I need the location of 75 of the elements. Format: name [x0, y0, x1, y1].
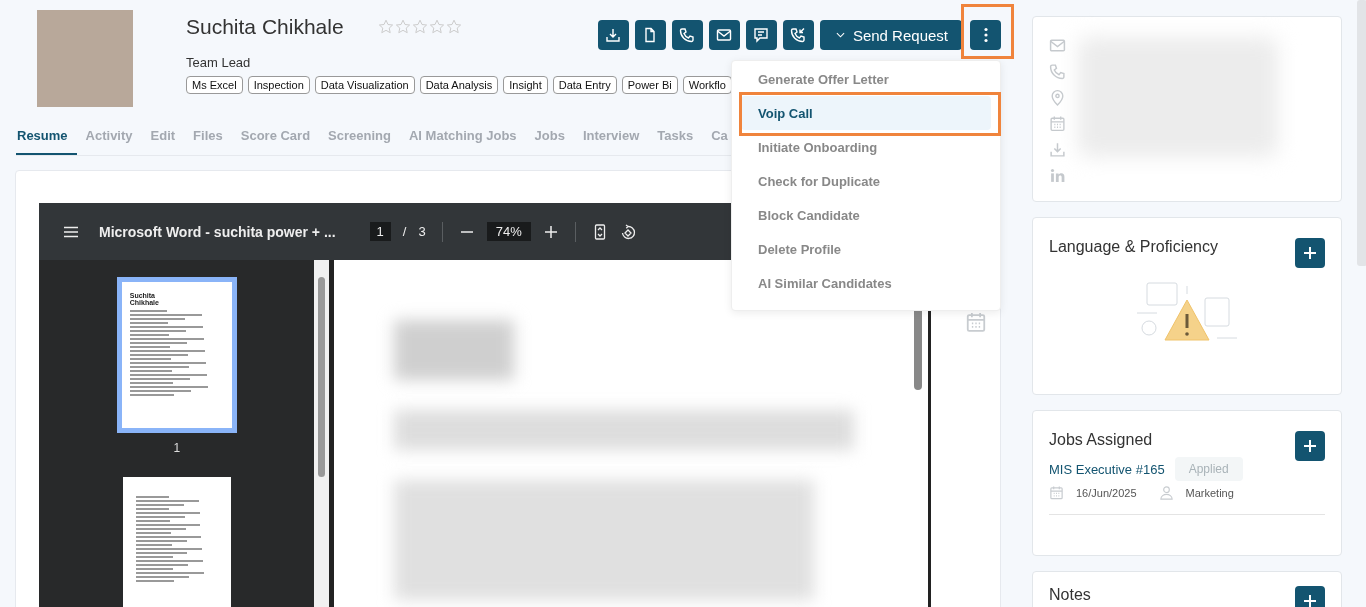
- tab[interactable]: Interview: [573, 118, 649, 155]
- tab[interactable]: Resume: [16, 118, 77, 155]
- location-pin-icon: [1049, 89, 1066, 106]
- skill-tag: Inspection: [247, 76, 310, 94]
- message-icon: [753, 27, 770, 43]
- calendar-icon: [1049, 115, 1066, 132]
- document-button[interactable]: [634, 20, 666, 50]
- menu-item[interactable]: Generate Offer Letter: [741, 62, 991, 96]
- tab[interactable]: Screening: [319, 118, 400, 155]
- skill-tag: Ms Excel: [186, 76, 243, 94]
- page-thumbnail[interactable]: [122, 477, 231, 607]
- send-request-button[interactable]: Send Request: [819, 20, 962, 50]
- message-button[interactable]: [745, 20, 777, 50]
- skill-tag: Data Visualization: [314, 76, 415, 94]
- skill-tag: Data Entry: [552, 76, 617, 94]
- zoom-in-icon[interactable]: [542, 223, 559, 240]
- candidate-name: Suchita Chikhale: [186, 15, 344, 39]
- tab[interactable]: Activity: [76, 118, 142, 155]
- tab[interactable]: Ca: [702, 118, 732, 155]
- skill-tag: Workflo: [682, 76, 732, 94]
- card-title: Language & Proficiency: [1049, 238, 1218, 256]
- tab[interactable]: Files: [184, 118, 232, 155]
- linkedin-icon: [1049, 167, 1066, 184]
- page-label: 1: [173, 441, 181, 456]
- phone-button[interactable]: [671, 20, 703, 50]
- voip-button[interactable]: [782, 20, 814, 50]
- add-button[interactable]: [1295, 586, 1325, 607]
- menu-item[interactable]: Voip Call: [741, 96, 991, 130]
- page-number-field[interactable]: 1: [369, 222, 391, 241]
- more-options-button[interactable]: [970, 20, 1001, 50]
- menu-item[interactable]: Delete Profile: [741, 232, 991, 266]
- add-button[interactable]: [1295, 431, 1325, 461]
- job-date: 16/Jun/2025: [1076, 486, 1137, 499]
- chevron-down-icon: [835, 32, 845, 38]
- page-count: 3: [418, 224, 426, 239]
- star-rating[interactable]: [377, 19, 462, 35]
- job-department: Marketing: [1185, 486, 1234, 499]
- tab[interactable]: Score Card: [231, 118, 320, 155]
- job-link[interactable]: MIS Executive #165: [1049, 461, 1165, 477]
- phone-call-icon: [790, 27, 807, 43]
- download-button[interactable]: [597, 20, 629, 50]
- menu-item[interactable]: AI Similar Candidates: [741, 266, 991, 300]
- plus-icon: [1304, 440, 1316, 452]
- menu-item[interactable]: Check for Duplicate: [741, 164, 991, 198]
- tab[interactable]: Edit: [141, 118, 185, 155]
- plus-icon: [1304, 247, 1316, 259]
- calendar-icon: [1049, 485, 1064, 500]
- skill-tag: Data Analysis: [419, 76, 499, 94]
- add-button[interactable]: [1295, 238, 1325, 268]
- calendar-icon: [965, 311, 987, 333]
- card-title: Notes: [1049, 586, 1091, 604]
- mail-button[interactable]: [708, 20, 740, 50]
- person-icon: [1158, 485, 1174, 500]
- mail-icon: [1049, 37, 1066, 54]
- status-badge: Applied: [1174, 457, 1243, 481]
- download-icon: [605, 27, 622, 43]
- tab[interactable]: Tasks: [648, 118, 703, 155]
- menu-item[interactable]: Initiate Onboarding: [741, 130, 991, 164]
- download-icon: [1049, 141, 1066, 158]
- rotate-icon[interactable]: [619, 223, 636, 240]
- skill-tag: Insight: [503, 76, 548, 94]
- page-separator: /: [402, 224, 407, 239]
- plus-icon: [1304, 595, 1316, 607]
- zoom-field[interactable]: 74%: [486, 222, 531, 241]
- document-title: Microsoft Word - suchita power + ...: [99, 223, 336, 240]
- phone-icon: [679, 27, 696, 43]
- more-options-icon: [983, 27, 988, 43]
- menu-item[interactable]: Block Candidate: [741, 198, 991, 232]
- tab[interactable]: Jobs: [525, 118, 574, 155]
- skill-tag: Power Bi: [621, 76, 678, 94]
- mail-icon: [716, 27, 733, 43]
- phone-icon: [1049, 63, 1066, 80]
- card-title: Jobs Assigned: [1049, 431, 1153, 449]
- tab[interactable]: AI Matching Jobs: [399, 118, 526, 155]
- candidate-role: Team Lead: [186, 55, 252, 70]
